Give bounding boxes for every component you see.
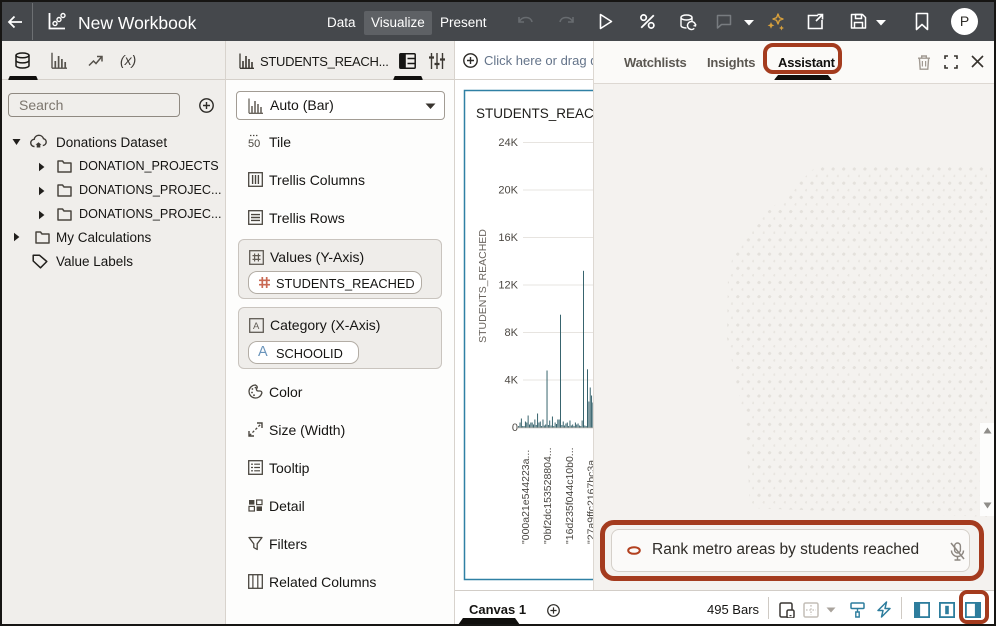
svg-text:A: A (253, 321, 260, 332)
svg-text:16K: 16K (498, 232, 518, 244)
svg-text:0: 0 (512, 422, 518, 434)
svg-text:50: 50 (248, 138, 260, 149)
svg-text:8K: 8K (505, 327, 519, 339)
svg-text:"27a9ffc2167bc3a...: "27a9ffc2167bc3a... (586, 451, 594, 544)
svg-text:24K: 24K (498, 137, 518, 149)
svg-text:20K: 20K (498, 185, 518, 197)
svg-text:STUDENTS_REACHED: STUDENTS_REACHED (477, 229, 489, 343)
svg-text:4K: 4K (505, 375, 519, 387)
svg-text:"16d235f044c10b0...: "16d235f044c10b0... (564, 447, 576, 544)
svg-text:"000a21e544223a...: "000a21e544223a... (520, 450, 532, 544)
svg-text:STUDENTS_REACH: STUDENTS_REACH (476, 106, 593, 121)
svg-text:12K: 12K (498, 280, 518, 292)
svg-text:"0bf2dc153528804...: "0bf2dc153528804... (542, 447, 554, 544)
